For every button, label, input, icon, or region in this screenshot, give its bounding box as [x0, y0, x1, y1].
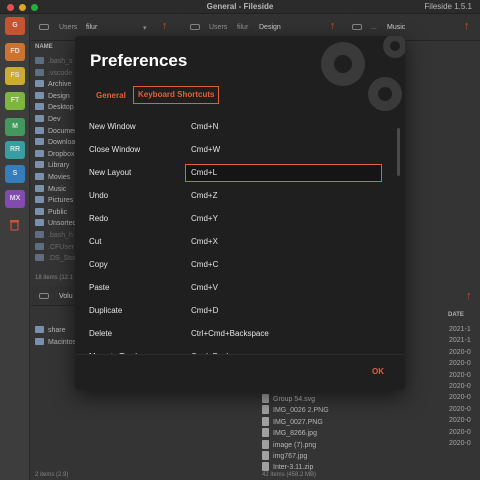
- gears-icon: [321, 36, 405, 111]
- shortcut-row[interactable]: Redo Cmd+Y: [75, 208, 393, 231]
- shortcut-action: Close Window: [89, 145, 141, 154]
- shortcut-keys[interactable]: Cmd+V: [191, 283, 218, 292]
- shortcut-action: Cut: [89, 237, 102, 246]
- shortcut-row[interactable]: Duplicate Cmd+D: [75, 300, 393, 323]
- shortcut-action: Duplicate: [89, 306, 123, 315]
- shortcut-keys[interactable]: Cmd+C: [191, 260, 218, 269]
- shortcut-keys[interactable]: Cmd+L: [191, 168, 217, 177]
- scrollbar[interactable]: [397, 128, 400, 176]
- ok-button[interactable]: OK: [372, 367, 384, 376]
- shortcut-keys[interactable]: Cmd+N: [191, 122, 218, 131]
- shortcut-action: Redo: [89, 214, 109, 223]
- shortcut-action: Delete: [89, 329, 113, 338]
- shortcut-keys[interactable]: Cmd+W: [191, 145, 220, 154]
- shortcut-action: Paste: [89, 283, 110, 292]
- dialog-footer: OK: [75, 354, 405, 390]
- shortcut-row[interactable]: Copy Cmd+C: [75, 254, 393, 277]
- shortcut-row[interactable]: New Layout Cmd+L: [75, 162, 393, 185]
- shortcut-keys[interactable]: Cmd+Y: [191, 214, 218, 223]
- shortcut-row[interactable]: Undo Cmd+Z: [75, 185, 393, 208]
- preferences-dialog: Preferences General Keyboard Shortcuts N…: [75, 36, 405, 390]
- dialog-title: Preferences: [90, 51, 188, 70]
- tab-general[interactable]: General: [96, 91, 126, 100]
- shortcut-action: New Window: [89, 122, 136, 131]
- shortcut-row[interactable]: Move to TrashCmd+Backspace: [75, 346, 393, 354]
- shortcut-action: Undo: [89, 191, 109, 200]
- shortcut-keys[interactable]: Ctrl+Cmd+Backspace: [191, 329, 269, 338]
- shortcut-row[interactable]: Paste Cmd+V: [75, 277, 393, 300]
- shortcut-row[interactable]: Cut Cmd+X: [75, 231, 393, 254]
- shortcut-action: Copy: [89, 260, 108, 269]
- tab-keyboard-shortcuts[interactable]: Keyboard Shortcuts: [133, 86, 220, 104]
- shortcut-list: New Window Cmd+N Close Window Cmd+W New Layo…: [75, 116, 393, 354]
- shortcut-row[interactable]: Delete Ctrl+Cmd+Backspace: [75, 323, 393, 346]
- shortcut-action: New Layout: [89, 168, 132, 177]
- shortcut-row[interactable]: New Window Cmd+N: [75, 116, 393, 139]
- shortcut-row[interactable]: Close Window Cmd+W: [75, 139, 393, 162]
- shortcut-keys[interactable]: Cmd+D: [191, 306, 218, 315]
- shortcut-keys[interactable]: Cmd+X: [191, 237, 218, 246]
- shortcut-keys[interactable]: Cmd+Z: [191, 191, 217, 200]
